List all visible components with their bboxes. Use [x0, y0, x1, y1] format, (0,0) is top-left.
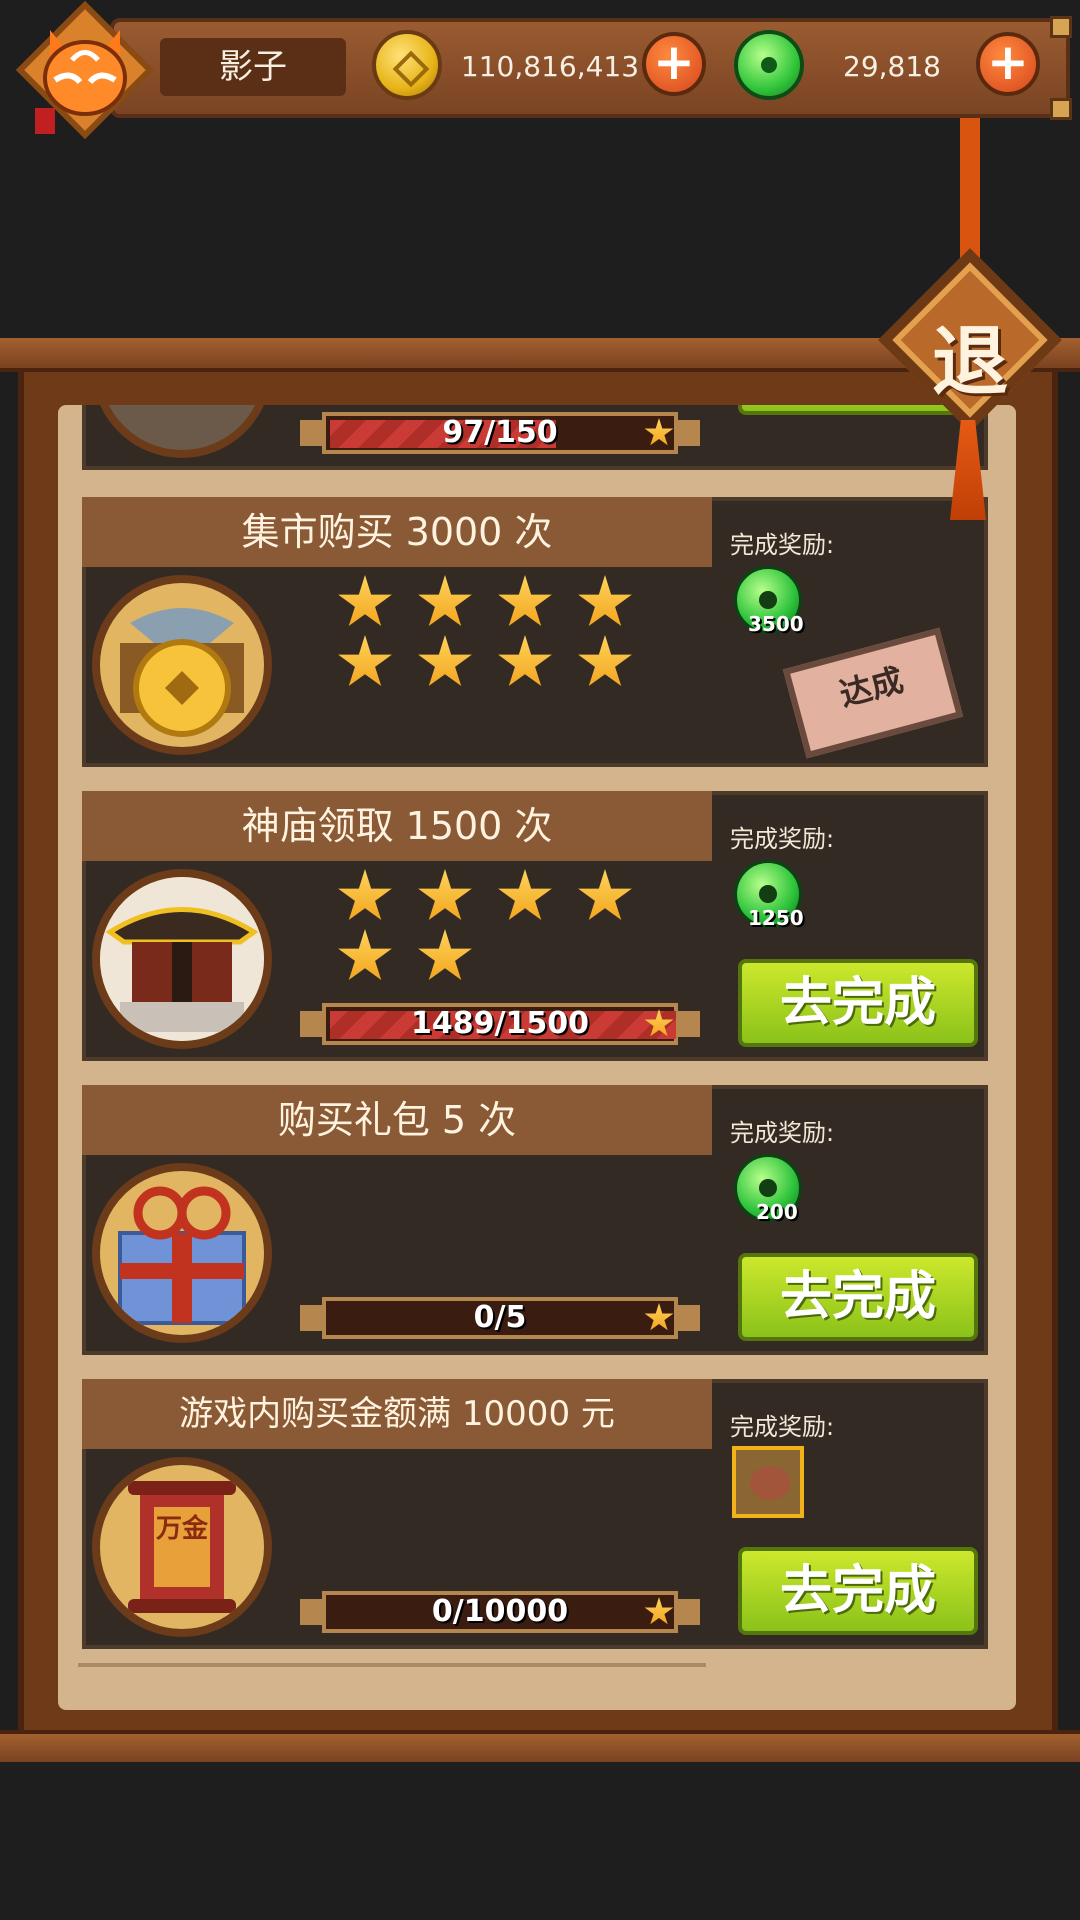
reward-label: 完成奖励:	[730, 1413, 835, 1441]
reward-item: 1250	[730, 856, 806, 932]
task-progress-bar: 1489/1500	[292, 999, 708, 1049]
task-card: 97/150	[82, 405, 992, 470]
task-list[interactable]: 97/150 集市购买 3000 次 完成奖励: 3500 达成 神庙领取 15…	[58, 405, 1016, 1675]
star-icon	[418, 869, 472, 920]
task-title: 神庙领取 1500 次	[82, 791, 712, 861]
go-complete-button[interactable]: 去完成	[738, 1547, 978, 1635]
task-title: 游戏内购买金额满 10000 元	[82, 1379, 712, 1449]
progress-text: 0/10000	[431, 1594, 569, 1629]
reward-count: 200	[756, 1200, 798, 1224]
star-icon	[338, 929, 392, 980]
jade-amount: 29,818	[843, 50, 941, 83]
task-icon-market	[92, 575, 272, 755]
reward-label: 完成奖励:	[730, 1119, 835, 1147]
task-icon-scroll: 万金	[92, 1457, 272, 1637]
task-progress-bar: 0/10000	[292, 1587, 708, 1637]
progress-text: 97/150	[442, 415, 558, 450]
star-icon	[338, 575, 392, 626]
star-icon	[578, 635, 632, 686]
task-icon-temple	[92, 869, 272, 1049]
temple-icon	[100, 877, 264, 1041]
task-card: 神庙领取 1500 次 完成奖励: 1250 1489/1500 去完成	[82, 791, 992, 1061]
star-icon	[578, 869, 632, 920]
task-icon-gift	[92, 1163, 272, 1343]
player-name: 影子	[160, 38, 346, 96]
star-rating	[337, 869, 667, 985]
scroll-label: 万金	[156, 1514, 209, 1544]
corner-ornament	[1050, 98, 1072, 120]
star-icon	[498, 869, 552, 920]
reward-count: 1250	[748, 906, 804, 930]
reward-label: 完成奖励:	[730, 531, 835, 559]
star-rating	[337, 575, 667, 691]
task-card: 集市购买 3000 次 完成奖励: 3500 达成	[82, 497, 992, 767]
reward-label: 完成奖励:	[730, 825, 835, 853]
go-complete-button[interactable]: 去完成	[738, 959, 978, 1047]
exit-label: 退	[932, 317, 1008, 406]
task-title: 集市购买 3000 次	[82, 497, 712, 567]
task-card: 购买礼包 5 次 完成奖励: 200 0/5 去完成	[82, 1085, 992, 1355]
star-icon	[338, 635, 392, 686]
jade-icon	[734, 30, 804, 100]
task-progress-bar: 97/150	[292, 408, 708, 458]
star-icon	[338, 869, 392, 920]
fox-mask-icon	[15, 0, 155, 140]
reward-item	[730, 1444, 806, 1520]
scroll-icon	[128, 1481, 236, 1613]
star-icon	[418, 635, 472, 686]
star-icon	[498, 575, 552, 626]
task-progress-bar: 0/5	[292, 1293, 708, 1343]
star-icon	[418, 575, 472, 626]
progress-text: 1489/1500	[411, 1006, 589, 1041]
task-title: 购买礼包 5 次	[82, 1085, 712, 1155]
frame-bottom-beam	[0, 1730, 1080, 1762]
gold-coin-icon	[372, 30, 442, 100]
progress-text: 0/5	[473, 1300, 527, 1335]
gold-amount: 110,816,413	[460, 50, 640, 83]
exit-button[interactable]: 退	[870, 240, 1070, 440]
reward-item: 200	[730, 1150, 806, 1226]
go-complete-button[interactable]: 去完成	[738, 1253, 978, 1341]
star-icon	[418, 929, 472, 980]
coin-icon	[120, 608, 244, 737]
add-gold-button[interactable]: +	[642, 32, 706, 96]
add-jade-button[interactable]: +	[976, 32, 1040, 96]
task-card: 游戏内购买金额满 10000 元 万金 完成奖励: 0/10000 去完成	[82, 1379, 992, 1649]
chest-reward-icon	[732, 1446, 804, 1518]
reward-count: 3500	[748, 612, 804, 636]
star-icon	[578, 575, 632, 626]
corner-ornament	[1050, 16, 1072, 38]
gift-box-icon	[118, 1186, 246, 1325]
player-avatar[interactable]	[10, 0, 160, 140]
list-end-divider	[78, 1663, 706, 1667]
star-icon	[498, 635, 552, 686]
reward-item: 3500	[730, 562, 806, 638]
